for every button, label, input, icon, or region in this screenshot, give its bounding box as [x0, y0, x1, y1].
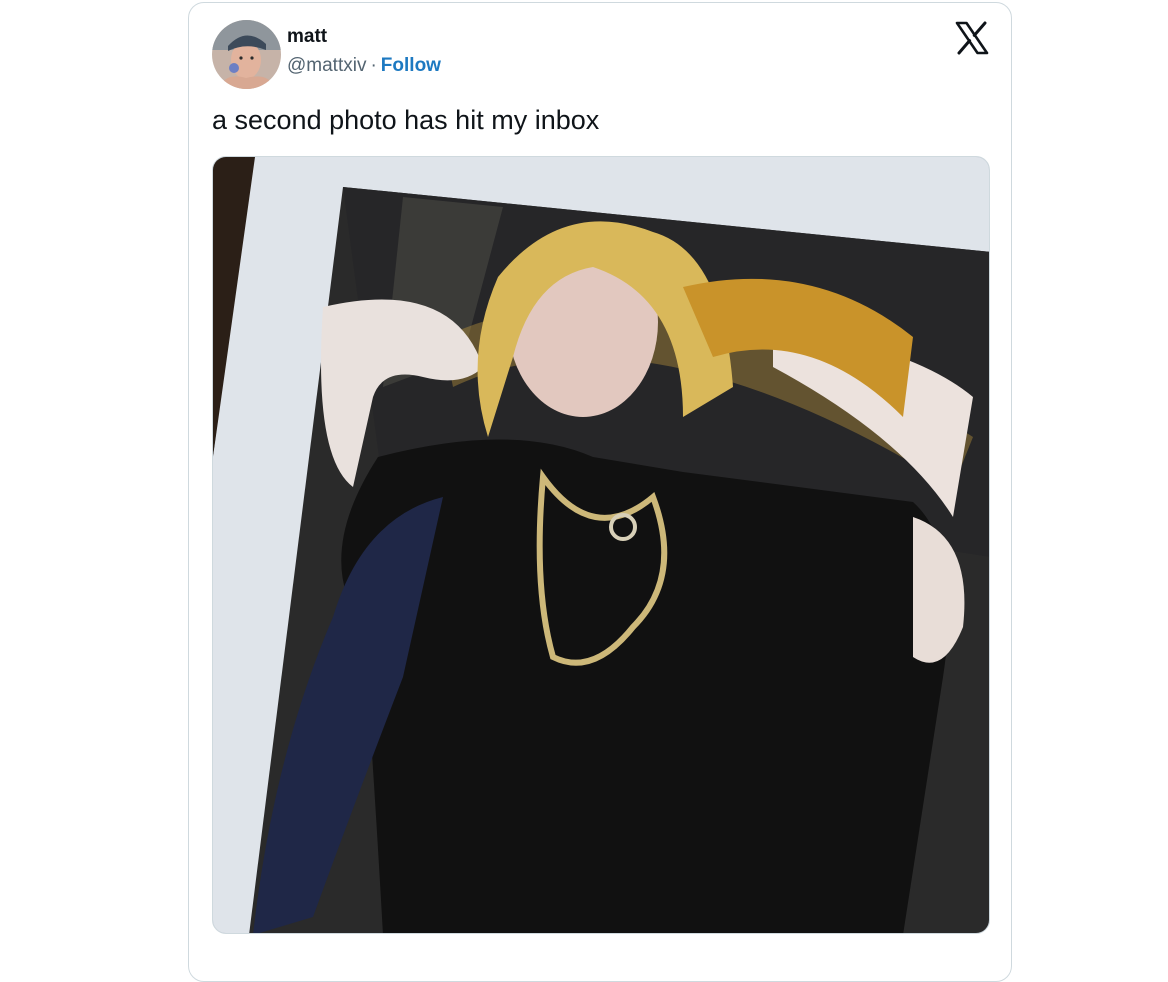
x-logo-icon[interactable] — [954, 20, 990, 56]
meta-separator: · — [370, 55, 377, 76]
tweet-photo[interactable] — [212, 156, 990, 934]
author-handle[interactable]: @mattxiv — [287, 55, 366, 76]
author-name[interactable]: matt — [287, 26, 327, 48]
author-meta: @mattxiv · Follow — [287, 55, 441, 77]
tweet-text: a second photo has hit my inbox — [212, 105, 600, 135]
follow-link[interactable]: Follow — [381, 55, 441, 76]
avatar[interactable] — [212, 20, 281, 89]
